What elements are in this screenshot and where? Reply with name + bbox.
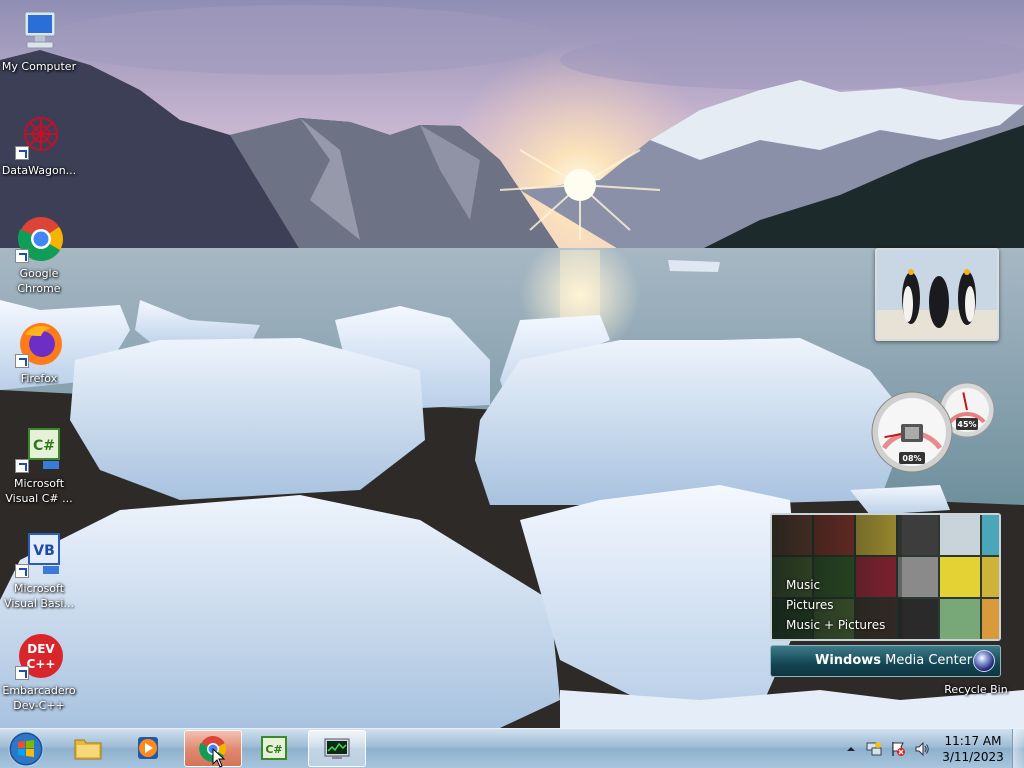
show-hidden-icons-icon[interactable]	[846, 743, 856, 753]
clock[interactable]: 11:17 AM 3/11/2023	[938, 733, 1008, 765]
shortcut-arrow-icon	[15, 146, 29, 160]
shortcut-arrow-icon	[15, 249, 29, 263]
desktop-icon-firefox[interactable]: Firefox	[0, 320, 78, 386]
desktop-icon-label: My Computer	[1, 60, 77, 73]
media-center-music-link[interactable]: Music	[786, 575, 885, 595]
svg-text:VB: VB	[33, 543, 55, 559]
visual-basic-icon: VB	[15, 530, 63, 578]
cpu-percent-label: 08%	[902, 454, 921, 463]
visual-csharp-icon: C#	[259, 734, 289, 762]
mouse-cursor-icon	[212, 748, 226, 768]
media-center-music-pictures-link[interactable]: Music + Pictures	[786, 615, 885, 635]
taskbar-task-manager[interactable]	[308, 730, 366, 767]
chrome-icon	[15, 215, 63, 263]
clock-date: 3/11/2023	[942, 750, 1004, 764]
desktop-icon-label: Firefox	[20, 372, 58, 385]
shortcut-arrow-icon	[15, 354, 29, 368]
dev-cpp-icon: DEV C++	[15, 632, 63, 680]
desktop-icon-datawagon[interactable]: DataWagon...	[0, 112, 78, 178]
desktop-icon-label: Microsoft Visual C# ...	[5, 477, 73, 505]
desktop-icon-visual-basic[interactable]: VB Microsoft Visual Basi...	[0, 530, 78, 611]
media-center-thumbnails: Music Pictures Music + Pictures	[770, 513, 1001, 641]
taskbar-visual-csharp[interactable]: C#	[246, 730, 304, 767]
action-center-flag-icon[interactable]	[890, 741, 906, 757]
media-center-brand-bold: Windows	[815, 653, 882, 668]
monitor-icon	[322, 735, 352, 763]
show-desktop-button[interactable]	[1012, 729, 1024, 768]
system-tray: 11:17 AM 3/11/2023	[840, 729, 1024, 768]
desktop-icon-label: Recycle Bin	[944, 683, 1008, 696]
firefox-icon	[15, 320, 63, 368]
desktop-icon-my-computer[interactable]: My Computer	[0, 8, 78, 74]
svg-text:DEV: DEV	[27, 642, 55, 656]
windows-orb-icon	[973, 650, 995, 672]
media-center-brand-text: Media Center	[881, 653, 973, 668]
desktop-icon-label: DataWagon...	[1, 164, 77, 177]
desktop-icon-visual-csharp[interactable]: C# Microsoft Visual C# ...	[0, 425, 78, 506]
network-icon[interactable]	[866, 741, 882, 757]
media-center-pictures-link[interactable]: Pictures	[786, 595, 885, 615]
desktop-icon-recycle-bin[interactable]: Recycle Bin	[936, 682, 1016, 697]
desktop-icon-label: Embarcadero Dev-C++	[2, 684, 76, 712]
computer-icon	[15, 8, 63, 56]
svg-text:C#: C#	[265, 743, 282, 756]
start-button[interactable]	[6, 731, 46, 767]
svg-text:C++: C++	[27, 657, 56, 671]
taskbar: C# 11:17 AM 3/11/2023	[0, 728, 1024, 768]
visual-csharp-icon: C#	[15, 425, 63, 473]
media-center-launch-bar[interactable]: Windows Media Center	[770, 645, 1001, 677]
desktop-icon-dev-cpp[interactable]: DEV C++ Embarcadero Dev-C++	[0, 632, 78, 713]
shortcut-arrow-icon	[15, 564, 29, 578]
cpu-meter-gadget[interactable]: 45% 08%	[870, 380, 1000, 476]
windows-logo-icon	[8, 731, 44, 767]
memory-percent-label: 45%	[957, 420, 976, 429]
slideshow-gadget[interactable]	[875, 248, 999, 341]
folder-icon	[73, 734, 103, 762]
media-player-icon	[133, 734, 163, 762]
clock-time: 11:17 AM	[944, 734, 1002, 748]
svg-text:C#: C#	[33, 438, 55, 454]
datawagon-icon	[15, 112, 63, 160]
taskbar-media-player[interactable]	[120, 730, 178, 767]
penguins-photo	[877, 250, 997, 339]
desktop-icon-label: Microsoft Visual Basi...	[4, 582, 74, 610]
desktop-icon-label: Google Chrome	[17, 267, 61, 295]
shortcut-arrow-icon	[15, 666, 29, 680]
media-center-gadget[interactable]: Music Pictures Music + Pictures Windows …	[770, 513, 1001, 677]
shortcut-arrow-icon	[15, 459, 29, 473]
volume-icon[interactable]	[914, 741, 930, 757]
taskbar-windows-explorer[interactable]	[60, 730, 118, 767]
desktop-icon-google-chrome[interactable]: Google Chrome	[0, 215, 78, 296]
